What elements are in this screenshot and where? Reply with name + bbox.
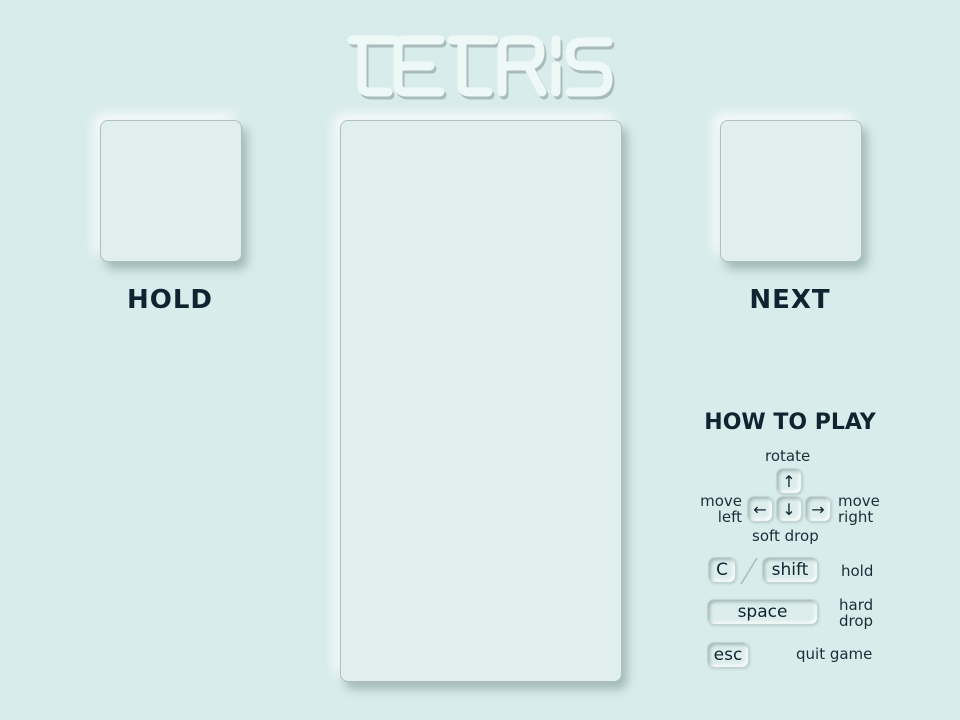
game-board[interactable] bbox=[340, 120, 622, 682]
rotate-label: rotate bbox=[765, 447, 811, 465]
hold-piece-box bbox=[100, 120, 242, 262]
down-arrow-key: ↓ bbox=[776, 496, 802, 522]
hard-drop-line2: drop bbox=[839, 612, 874, 630]
move-left-line1: move bbox=[700, 492, 742, 510]
soft-drop-label: soft drop bbox=[752, 527, 819, 545]
left-arrow-key: ← bbox=[747, 496, 773, 522]
right-arrow-key: → bbox=[805, 496, 831, 522]
move-right-line2: right bbox=[838, 508, 874, 526]
down-arrow-icon: ↓ bbox=[782, 499, 796, 519]
hold-instruction-label: hold bbox=[841, 562, 874, 580]
space-key: space bbox=[707, 599, 818, 625]
next-label: NEXT bbox=[749, 285, 831, 315]
move-right-label: move right bbox=[838, 493, 880, 525]
up-arrow-icon: ↑ bbox=[782, 471, 796, 491]
hold-label: HOLD bbox=[126, 285, 213, 315]
hard-drop-label: hard drop bbox=[839, 597, 873, 629]
tetris-logo-svg bbox=[347, 35, 615, 100]
slash-separator-icon bbox=[740, 557, 758, 585]
right-arrow-icon: → bbox=[811, 499, 825, 519]
move-left-line2: left bbox=[717, 508, 742, 526]
left-arrow-icon: ← bbox=[753, 499, 767, 519]
up-arrow-key: ↑ bbox=[776, 468, 802, 494]
tetris-logo bbox=[330, 26, 630, 106]
c-key: C bbox=[708, 557, 736, 583]
hard-drop-line1: hard bbox=[839, 596, 874, 614]
next-piece-box bbox=[720, 120, 862, 262]
quit-game-label: quit game bbox=[796, 645, 873, 663]
shift-key: shift bbox=[762, 557, 818, 583]
esc-key: esc bbox=[707, 642, 749, 668]
move-right-line1: move bbox=[838, 492, 880, 510]
how-to-play-title: HOW TO PLAY bbox=[704, 410, 876, 435]
move-left-label: move left bbox=[698, 493, 742, 525]
